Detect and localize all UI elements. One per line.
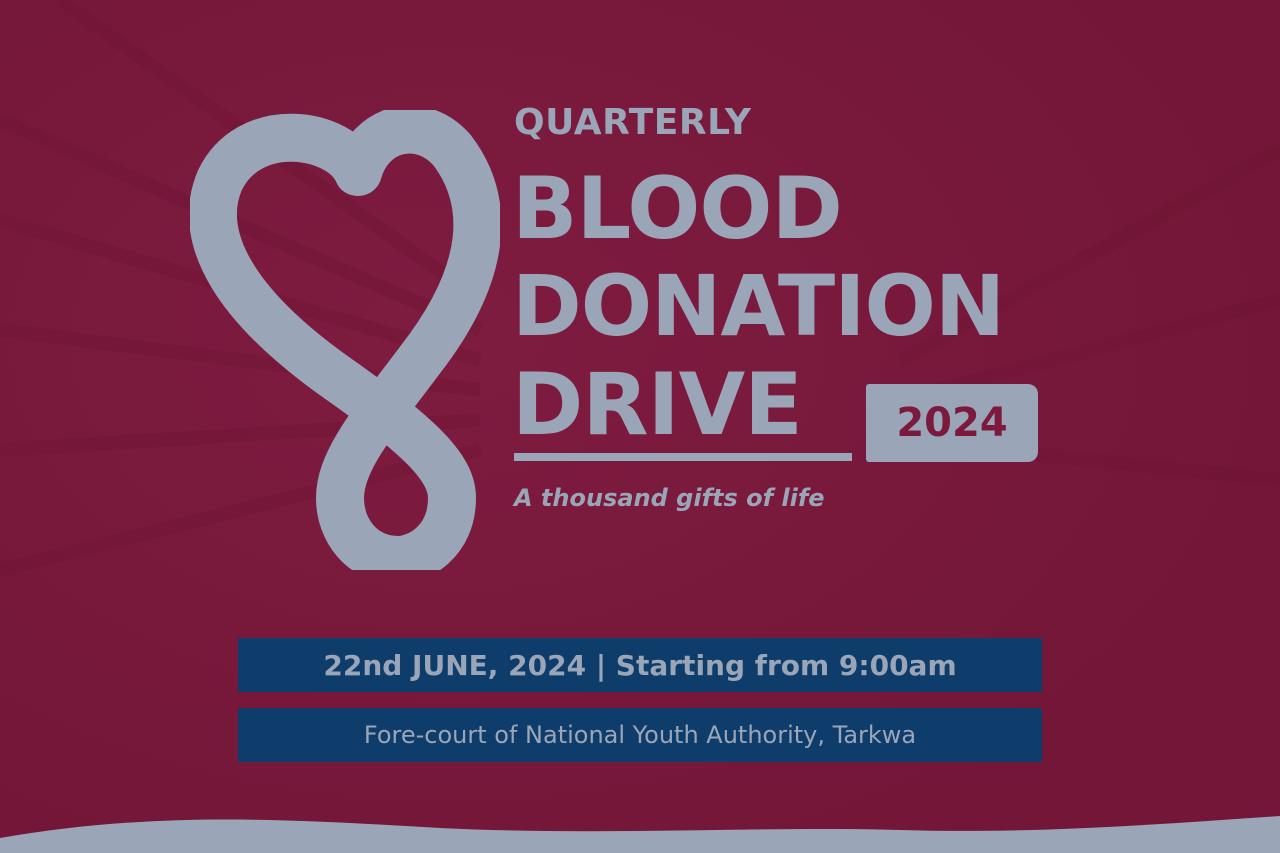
title-donation: DONATION (512, 257, 1005, 355)
date-time-text: 22nd JUNE, 2024 | Starting from 9:00am (323, 648, 957, 682)
tagline: A thousand gifts of life (514, 484, 825, 512)
venue-text: Fore-court of National Youth Authority, … (363, 721, 917, 749)
bottom-wave (0, 816, 1280, 853)
event-title-block: QUARTERLY BLOOD DONATION DRIVE 2024 A th… (512, 100, 1112, 530)
date-time-bar: 22nd JUNE, 2024 | Starting from 9:00am (238, 638, 1042, 692)
title-quarterly: QUARTERLY (514, 102, 752, 143)
year-text: 2024 (896, 400, 1008, 446)
venue-bar: Fore-court of National Youth Authority, … (238, 708, 1042, 762)
year-badge: 2024 (866, 384, 1038, 462)
title-blood: BLOOD (512, 159, 843, 259)
title-underline (514, 453, 852, 461)
heart-infinity-icon (190, 110, 500, 570)
title-drive: DRIVE (512, 355, 803, 455)
